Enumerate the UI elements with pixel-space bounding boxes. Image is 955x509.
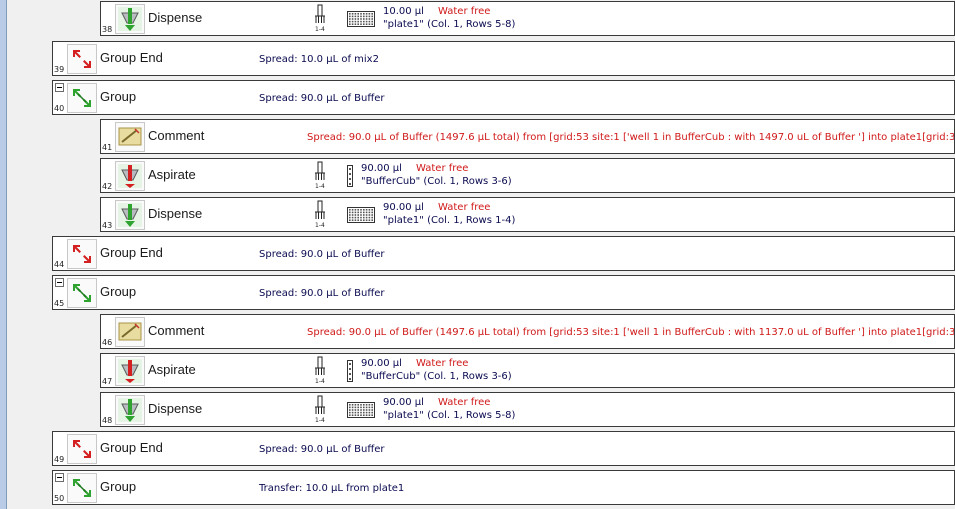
group-icon — [67, 83, 97, 113]
collapse-toggle[interactable] — [55, 473, 64, 482]
comment-icon — [115, 122, 145, 152]
command-name: Group End — [100, 245, 163, 260]
command-row-dispense[interactable]: 43 Dispense 1-4 90.00 µl Water free "plate1" … — [100, 197, 955, 232]
command-row-comment[interactable]: 41 Comment Spread: 90.0 µL of Buffer (1497… — [100, 119, 955, 154]
command-name: Dispense — [148, 10, 203, 25]
comment-icon — [115, 317, 145, 347]
volume-value: 90.00 µl — [383, 202, 424, 213]
liquid-class: Water free — [416, 163, 469, 174]
plate-labware-icon — [347, 402, 375, 418]
command-row-dispense[interactable]: 38 Dispense 1-4 10.00 µl Water free "plate1" … — [100, 1, 955, 36]
command-row-group[interactable]: 45 Group Spread: 90.0 µL of Buffer — [52, 275, 955, 310]
command-name: Dispense — [148, 401, 203, 416]
command-name: Dispense — [148, 206, 203, 221]
liquid-class: Water free — [438, 6, 491, 17]
line-number: 46 — [102, 338, 113, 347]
command-summary: Spread: 10.0 µL of mix2 — [259, 54, 379, 65]
tip-label: 1-4 — [315, 222, 325, 229]
command-row-group-end[interactable]: 44 Group End Spread: 90.0 µL of Buffer — [52, 236, 955, 271]
plate-labware-icon — [347, 11, 375, 27]
command-name: Group — [100, 284, 137, 299]
labware-location: "plate1" (Col. 1, Rows 1-4) — [383, 215, 516, 226]
line-number: 49 — [54, 455, 65, 464]
trough-labware-icon — [347, 165, 353, 187]
group-end-icon — [67, 434, 97, 464]
command-row-group[interactable]: 40 Group Spread: 90.0 µL of Buffer — [52, 80, 955, 115]
labware-location: "plate1" (Col. 1, Rows 5-8) — [383, 410, 516, 421]
script-editor: 38 Dispense 1-4 10.00 µl Water free "plate1" … — [0, 0, 955, 509]
liquid-class: Water free — [438, 202, 491, 213]
command-row-group-end[interactable]: 39 Group End Spread: 10.0 µL of mix2 — [52, 41, 955, 76]
command-row-aspirate[interactable]: 47 Aspirate 1-4 90.00 µl Water free "BufferCu… — [100, 353, 955, 388]
line-number: 44 — [54, 260, 65, 269]
dispense-icon — [115, 200, 145, 230]
command-row-aspirate[interactable]: 42 Aspirate 1-4 90.00 µl Water free "BufferCu… — [100, 158, 955, 193]
command-name: Comment — [148, 323, 205, 338]
volume-value: 90.00 µl — [361, 163, 402, 174]
labware-location: "plate1" (Col. 1, Rows 5-8) — [383, 19, 516, 30]
command-row-comment[interactable]: 46 Comment Spread: 90.0 µL of Buffer (1497… — [100, 314, 955, 349]
command-name: Group — [100, 89, 137, 104]
liquid-class: Water free — [416, 358, 469, 369]
line-number: 40 — [54, 104, 65, 113]
tip-label: 1-4 — [315, 26, 325, 33]
line-number: 39 — [54, 65, 65, 74]
group-icon — [67, 473, 97, 503]
command-name: Aspirate — [148, 167, 196, 182]
dispense-icon — [115, 4, 145, 34]
line-number: 48 — [102, 416, 113, 425]
labware-location: "BufferCub" (Col. 1, Rows 3-6) — [361, 176, 512, 187]
command-summary: Spread: 90.0 µL of Buffer — [259, 93, 385, 104]
line-number: 42 — [102, 182, 113, 191]
command-summary: Spread: 90.0 µL of Buffer (1497.6 µL tot… — [307, 132, 955, 143]
group-end-icon — [67, 44, 97, 74]
command-summary: Spread: 90.0 µL of Buffer (1497.6 µL tot… — [307, 327, 955, 338]
plate-labware-icon — [347, 207, 375, 223]
command-row-group[interactable]: 50 Group Transfer: 10.0 µL from plate1 — [52, 470, 955, 505]
line-number: 45 — [54, 299, 65, 308]
aspirate-icon — [115, 161, 145, 191]
trough-labware-icon — [347, 360, 353, 382]
command-summary: Transfer: 10.0 µL from plate1 — [259, 483, 405, 494]
line-number: 43 — [102, 221, 113, 230]
line-number: 50 — [54, 494, 65, 503]
command-name: Group End — [100, 440, 163, 455]
dispense-icon — [115, 395, 145, 425]
collapse-toggle[interactable] — [55, 83, 64, 92]
command-name: Comment — [148, 128, 205, 143]
command-summary: Spread: 90.0 µL of Buffer — [259, 288, 385, 299]
line-number: 41 — [102, 143, 113, 152]
group-end-icon — [67, 239, 97, 269]
line-number: 38 — [102, 25, 113, 34]
collapse-toggle[interactable] — [55, 278, 64, 287]
group-icon — [67, 278, 97, 308]
volume-value: 90.00 µl — [383, 397, 424, 408]
line-number: 47 — [102, 377, 113, 386]
command-row-group-end[interactable]: 49 Group End Spread: 90.0 µL of Buffer — [52, 431, 955, 466]
tip-label: 1-4 — [315, 417, 325, 424]
liquid-class: Water free — [438, 397, 491, 408]
command-summary: Spread: 90.0 µL of Buffer — [259, 444, 385, 455]
command-name: Group End — [100, 50, 163, 65]
volume-value: 10.00 µl — [383, 6, 424, 17]
volume-value: 90.00 µl — [361, 358, 402, 369]
command-row-dispense[interactable]: 48 Dispense 1-4 90.00 µl Water free "plate1" … — [100, 392, 955, 427]
tip-label: 1-4 — [315, 183, 325, 190]
tip-label: 1-4 — [315, 378, 325, 385]
command-name: Group — [100, 479, 137, 494]
command-name: Aspirate — [148, 362, 196, 377]
aspirate-icon — [115, 356, 145, 386]
command-summary: Spread: 90.0 µL of Buffer — [259, 249, 385, 260]
labware-location: "BufferCub" (Col. 1, Rows 3-6) — [361, 371, 512, 382]
